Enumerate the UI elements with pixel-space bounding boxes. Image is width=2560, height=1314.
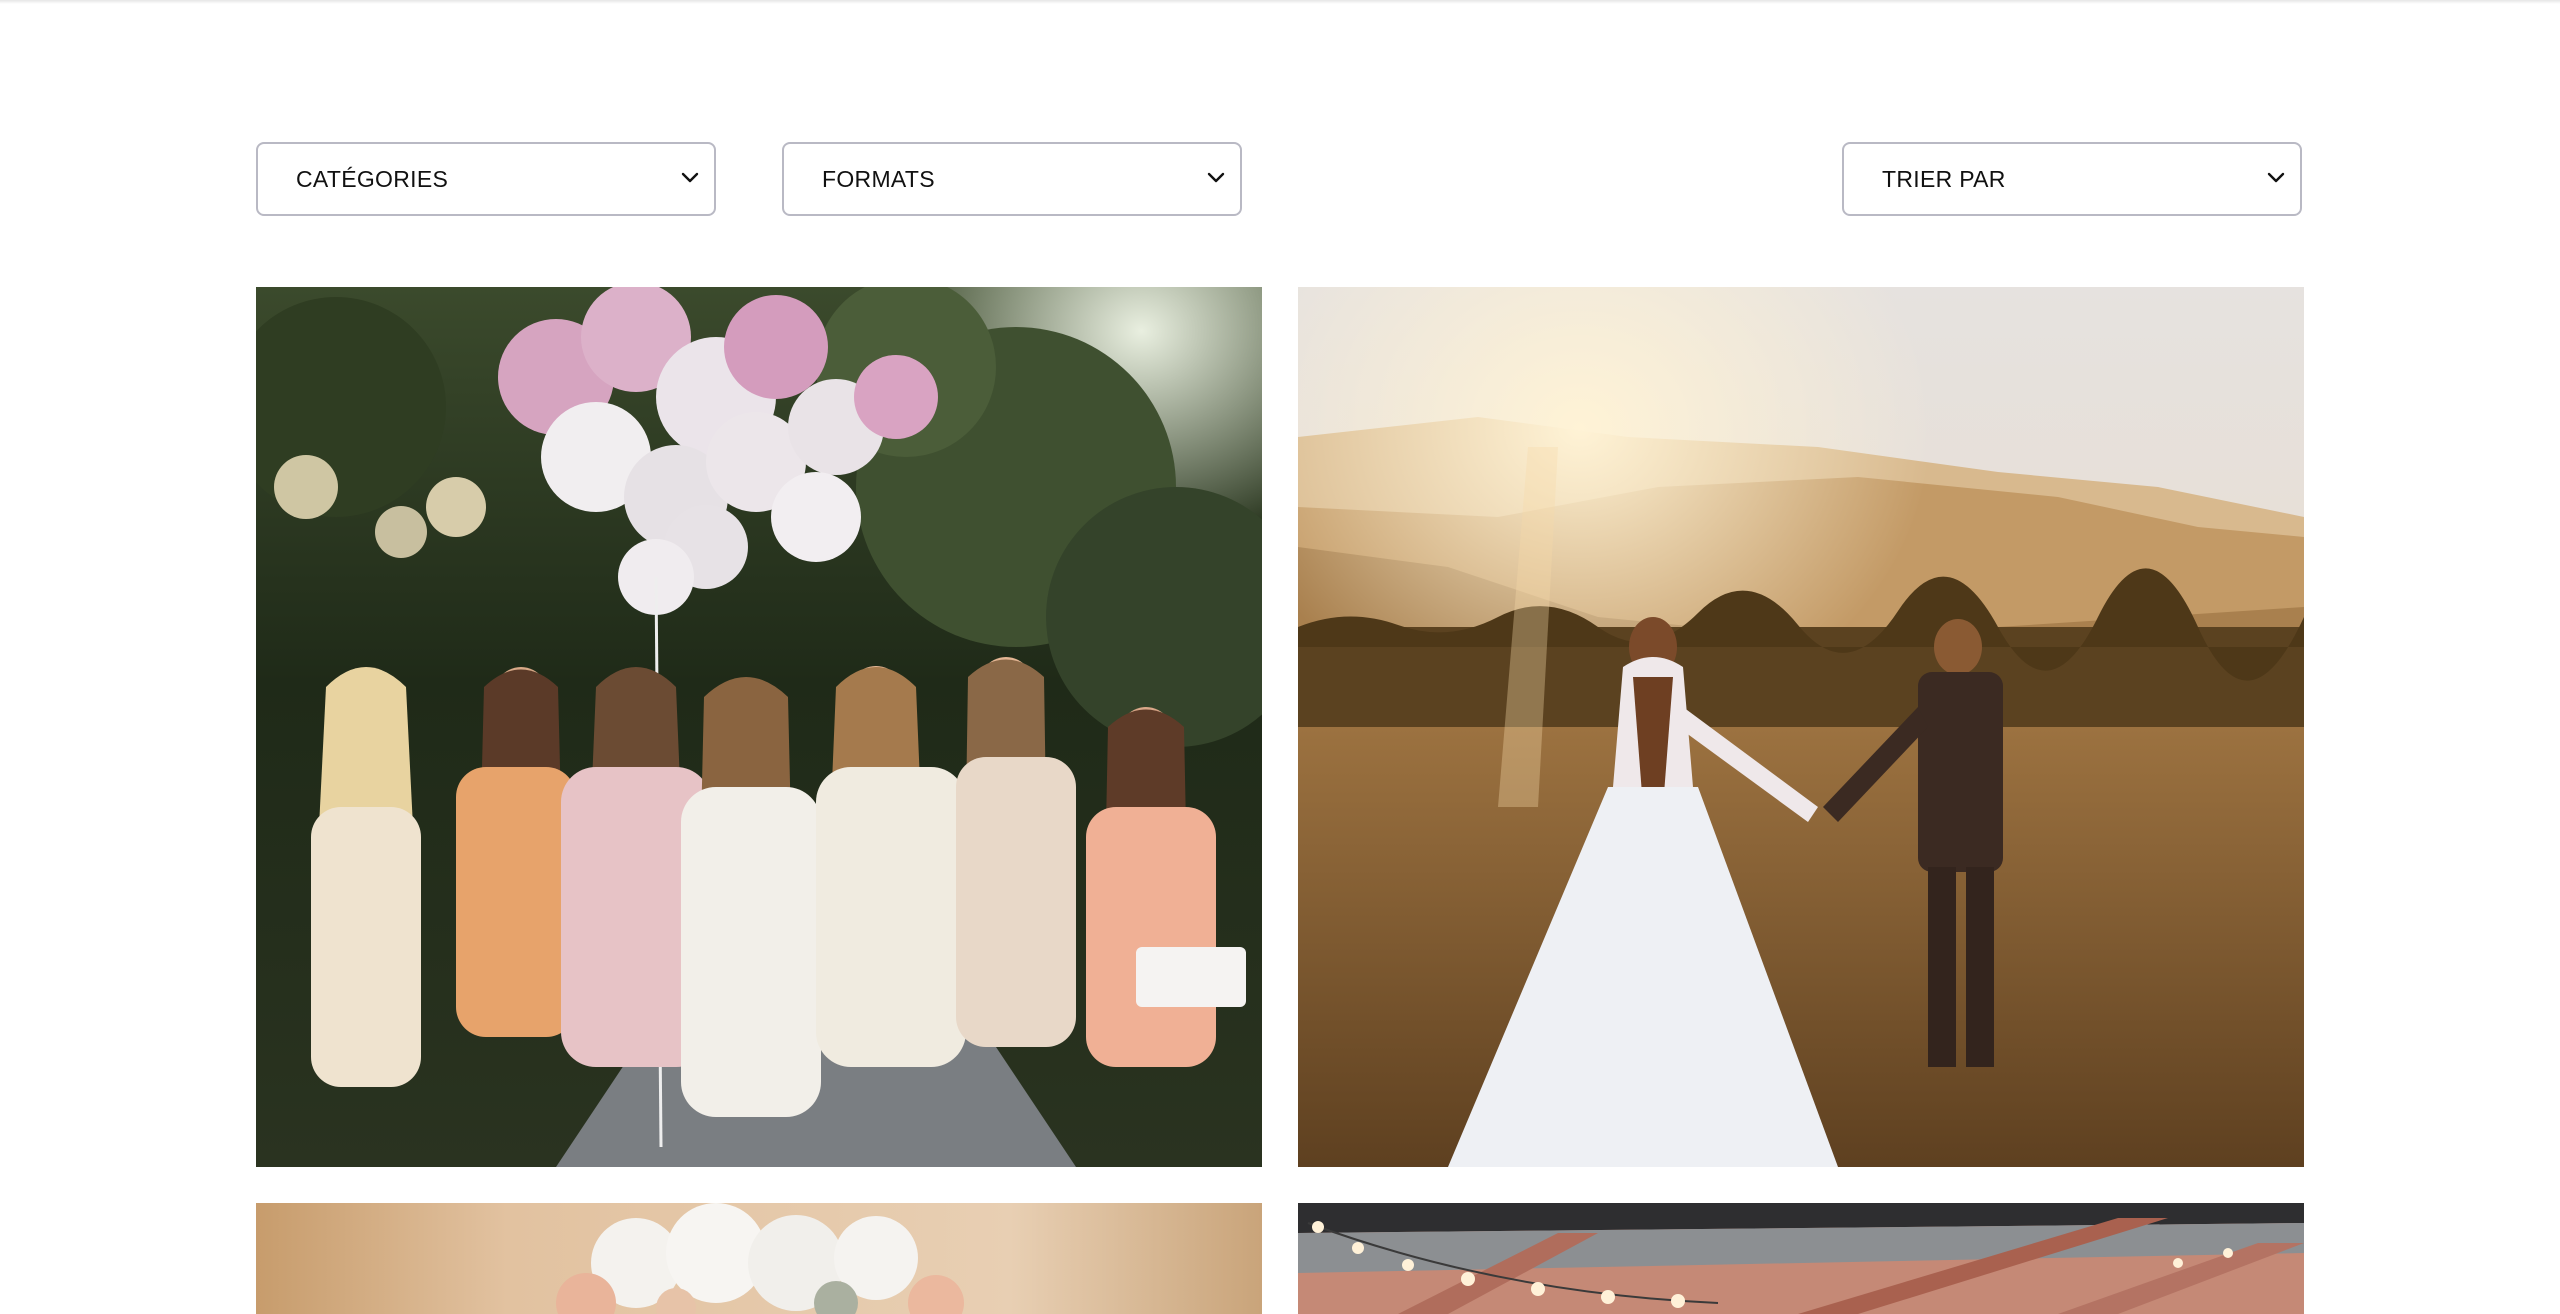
gallery-photo-reception[interactable] [1298,1203,2304,1314]
reception-image [1298,1203,2304,1314]
gallery-photo-couple-sunset[interactable] [1298,287,2304,1167]
chevron-down-icon [2267,172,2285,183]
filter-bar: CATÉGORIES FORMATS TRIER PAR [0,0,2560,260]
categories-select-label: CATÉGORIES [296,166,449,192]
bouquet-image [256,1203,1262,1314]
chevron-down-icon [1207,172,1225,183]
couple-sunset-image [1298,287,2304,1167]
sort-select[interactable]: TRIER PAR [1842,142,2302,216]
formats-select[interactable]: FORMATS [782,142,1242,216]
gallery-photo-bridesmaids[interactable] [256,287,1262,1167]
chevron-down-icon [681,172,699,183]
formats-select-label: FORMATS [822,166,935,192]
categories-select[interactable]: CATÉGORIES [256,142,716,216]
sort-select-label: TRIER PAR [1882,166,2006,192]
gallery-photo-bouquet[interactable] [256,1203,1262,1314]
photo-gallery [256,287,2304,1314]
bridesmaids-image [256,287,1262,1167]
